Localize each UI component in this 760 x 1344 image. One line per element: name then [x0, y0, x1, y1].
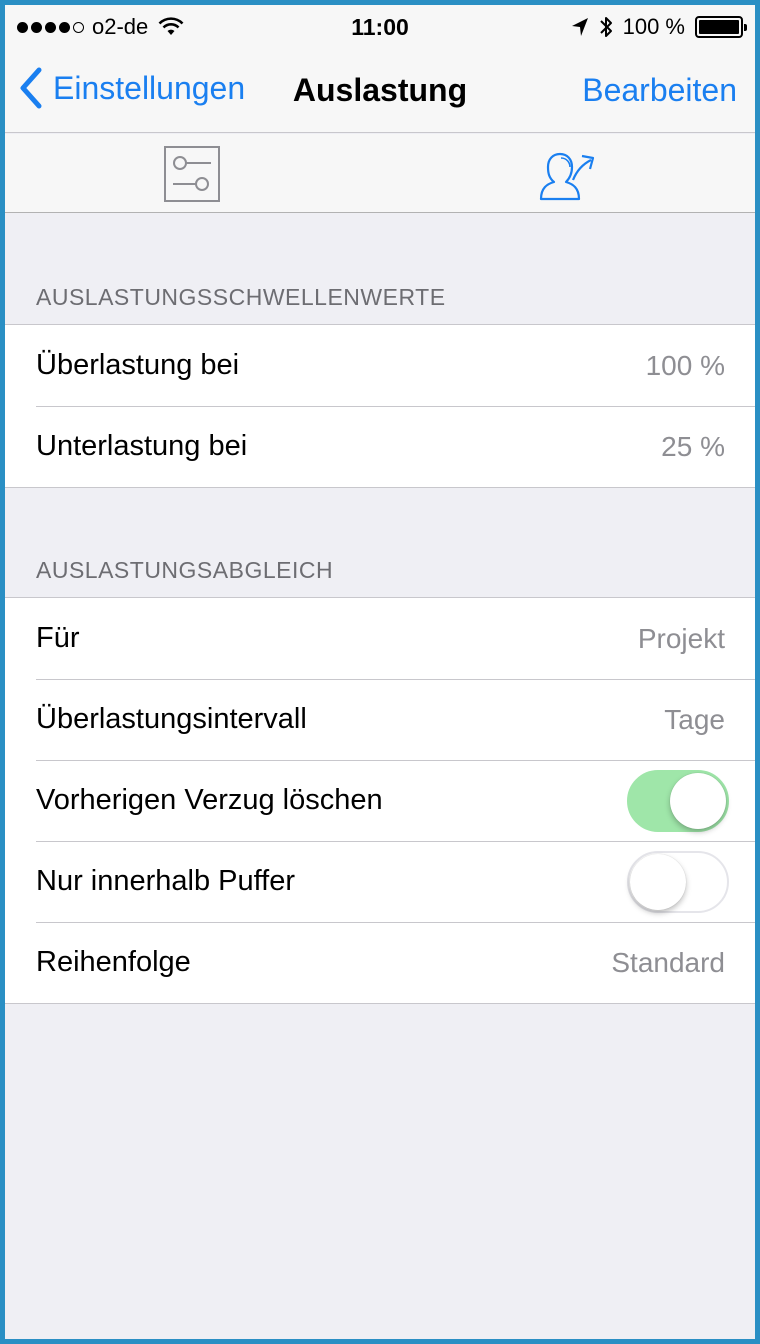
segment-tab-strip — [5, 134, 755, 213]
bluetooth-icon — [599, 17, 612, 37]
row-overload-threshold[interactable]: Überlastung bei 100 % — [5, 325, 755, 406]
row-label: Unterlastung bei — [36, 430, 248, 462]
app-screen: o2-de 11:00 100 % Einstellungen Auslastu… — [5, 5, 755, 1339]
edit-button[interactable]: Bearbeiten — [582, 72, 737, 109]
toggle-knob — [670, 772, 726, 829]
row-leveling-for[interactable]: Für Projekt — [5, 598, 755, 679]
row-clear-previous-delay: Vorherigen Verzug löschen — [5, 760, 755, 841]
row-label: Überlastung bei — [36, 349, 240, 381]
row-value: 100 % — [645, 349, 725, 381]
toggle-knob — [630, 853, 686, 910]
row-underload-threshold[interactable]: Unterlastung bei 25 % — [5, 406, 755, 487]
row-label: Vorherigen Verzug löschen — [36, 784, 383, 816]
leveling-group: Für Projekt Überlastungsintervall Tage V… — [5, 597, 755, 1004]
row-value: Tage — [664, 703, 725, 735]
battery-icon — [695, 16, 747, 38]
row-within-buffer-only: Nur innerhalb Puffer — [5, 841, 755, 922]
chevron-left-icon — [20, 67, 42, 109]
back-button[interactable]: Einstellungen — [19, 67, 245, 109]
clear-delay-toggle[interactable] — [627, 769, 729, 832]
row-label: Reihenfolge — [36, 946, 191, 978]
row-label: Nur innerhalb Puffer — [36, 865, 296, 897]
navigation-bar: Einstellungen Auslastung Bearbeiten — [5, 45, 755, 133]
row-value: 25 % — [661, 430, 725, 462]
battery-percent: 100 % — [622, 14, 685, 39]
location-arrow-icon — [571, 18, 588, 36]
status-bar: o2-de 11:00 100 % — [5, 5, 755, 45]
back-button-label: Einstellungen — [53, 69, 246, 106]
thresholds-group: Überlastung bei 100 % Unterlastung bei 2… — [5, 324, 755, 488]
row-value: Standard — [611, 946, 725, 978]
status-right: 100 % — [571, 14, 747, 40]
section-header-leveling: AUSLASTUNGSABGLEICH — [36, 557, 334, 583]
row-overload-interval[interactable]: Überlastungsintervall Tage — [5, 679, 755, 760]
row-order[interactable]: Reihenfolge Standard — [5, 922, 755, 1003]
row-label: Überlastungsintervall — [36, 703, 307, 735]
within-buffer-toggle[interactable] — [627, 850, 729, 913]
row-label: Für — [36, 622, 80, 654]
tab-settings[interactable] — [164, 146, 220, 207]
person-share-icon — [539, 152, 595, 201]
section-header-thresholds: AUSLASTUNGSSCHWELLENWERTE — [36, 284, 446, 310]
tab-resource-sharing[interactable] — [537, 146, 597, 207]
sliders-icon — [164, 146, 220, 202]
row-value: Projekt — [637, 622, 725, 654]
